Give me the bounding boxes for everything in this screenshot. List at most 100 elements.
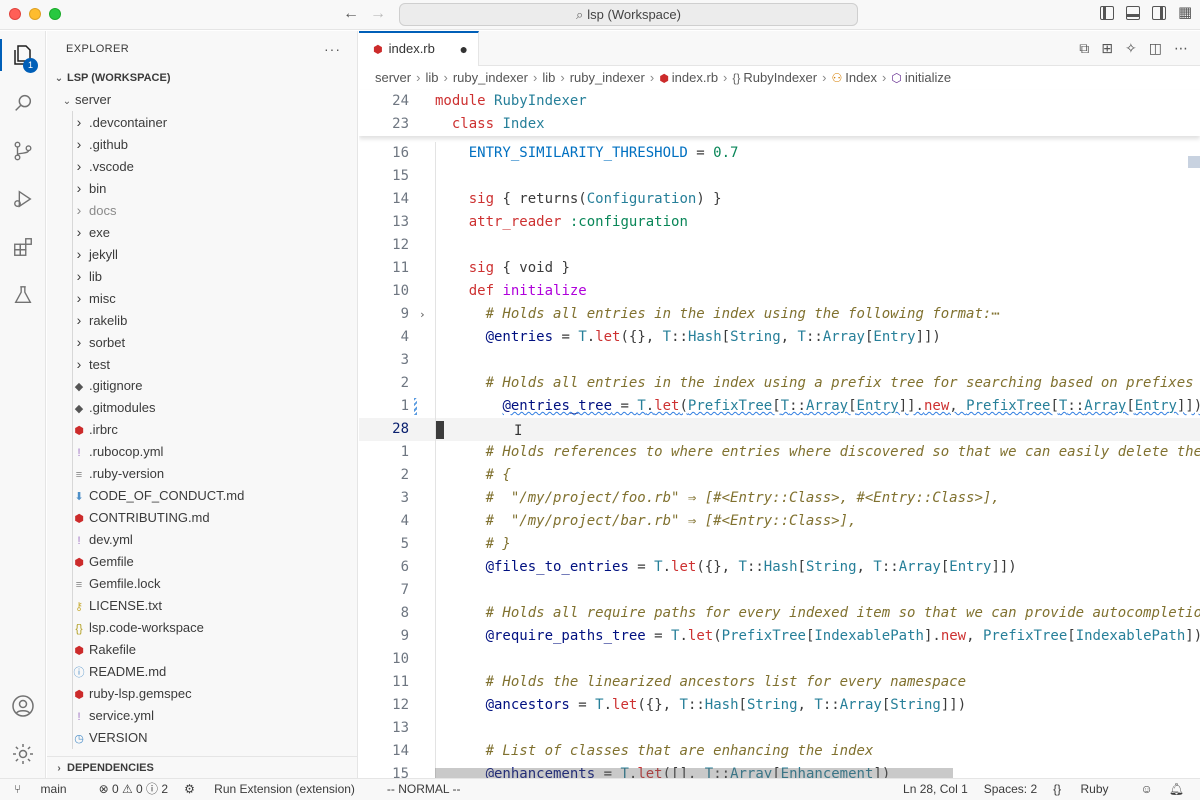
tree-file[interactable]: {} lsp.code-workspace — [47, 617, 357, 639]
git-branch-item[interactable]: ⑂ main — [14, 779, 83, 800]
code-line[interactable]: 8 # Holds all require paths for every in… — [359, 602, 1200, 625]
code-line[interactable]: 3 # "/my/project/foo.rb" ⇒ [#<Entry::Cla… — [359, 487, 1200, 510]
code-line[interactable]: 11 # Holds the linearized ancestors list… — [359, 671, 1200, 694]
tree-file[interactable]: ≡ Gemfile.lock — [47, 573, 357, 595]
code-line[interactable]: 15 — [359, 165, 1200, 188]
customize-layout-icon[interactable] — [1178, 3, 1192, 21]
sticky-scroll[interactable]: 24 module RubyIndexer 23 class Index — [359, 90, 1200, 136]
source-control-icon[interactable] — [0, 131, 46, 171]
breadcrumb-item[interactable]: server — [375, 70, 411, 85]
code-line[interactable]: 14 # List of classes that are enhancing … — [359, 740, 1200, 763]
tree-file[interactable]: ≡ .ruby-version — [47, 463, 357, 485]
tree-file[interactable]: ⬢ Rakefile — [47, 639, 357, 661]
code-editor[interactable]: 24 module RubyIndexer 23 class Index 16 EN… — [359, 90, 1200, 778]
tree-folder[interactable]: › sorbet — [47, 331, 357, 353]
copilot-sparkle-icon[interactable]: ✧ — [1125, 40, 1137, 57]
tree-file[interactable]: ! dev.yml — [47, 529, 357, 551]
code-line[interactable]: 14 sig { returns(Configuration) } — [359, 188, 1200, 211]
notifications-bell-icon[interactable]: 🔔︎ — [1169, 779, 1184, 800]
tree-folder[interactable]: › .github — [47, 133, 357, 155]
code-line[interactable]: 6 @files_to_entries = T.let({}, T::Hash[… — [359, 556, 1200, 579]
tree-folder[interactable]: › jekyll — [47, 243, 357, 265]
run-extension-item[interactable]: ⚙ Run Extension (extension) — [184, 779, 371, 800]
explorer-icon[interactable]: 1 — [0, 35, 46, 75]
tree-file[interactable]: ⬢ Gemfile — [47, 551, 357, 573]
breadcrumb-item[interactable]: ⬡ initialize — [891, 70, 951, 85]
code-line[interactable]: 9 @require_paths_tree = T.let(PrefixTree… — [359, 625, 1200, 648]
tree-file[interactable]: ⬢ .irbrc — [47, 419, 357, 441]
close-window-button[interactable] — [9, 8, 21, 20]
tree-folder[interactable]: › .vscode — [47, 155, 357, 177]
tree-file[interactable]: ⬇ CODE_OF_CONDUCT.md — [47, 485, 357, 507]
tree-file[interactable]: ◆ .gitmodules — [47, 397, 357, 419]
workspace-section-header[interactable]: ⌄ LSP (WORKSPACE) — [47, 67, 357, 89]
tree-folder[interactable]: › misc — [47, 287, 357, 309]
code-line[interactable]: 23 class Index — [359, 113, 1200, 136]
gutter-modified-marker[interactable] — [414, 398, 417, 415]
code-line[interactable]: 1 @entries_tree = T.let(PrefixTree[T::Ar… — [359, 395, 1200, 418]
tree-file[interactable]: ⚷ LICENSE.txt — [47, 595, 357, 617]
code-line[interactable]: 4 # "/my/project/bar.rb" ⇒ [#<Entry::Cla… — [359, 510, 1200, 533]
split-editor-icon[interactable]: ◫ — [1149, 40, 1162, 57]
forward-arrow-icon[interactable]: → — [370, 5, 386, 23]
more-actions-icon[interactable]: ··· — [324, 31, 341, 67]
breadcrumb-item[interactable]: ⚇ Index — [831, 70, 877, 85]
settings-gear-icon[interactable] — [0, 734, 46, 774]
extensions-icon[interactable] — [0, 227, 46, 267]
code-line[interactable]: 3 — [359, 349, 1200, 372]
zoom-window-button[interactable] — [49, 8, 61, 20]
tree-file[interactable]: ◆ .gitignore — [47, 375, 357, 397]
breadcrumb-item[interactable]: lib — [542, 70, 555, 85]
toggle-secondary-sidebar-icon[interactable] — [1152, 6, 1166, 20]
tab-index-rb[interactable]: ⬢ index.rb ● — [359, 31, 479, 66]
account-icon[interactable] — [0, 686, 46, 726]
cursor-position-item[interactable]: Ln 28, Col 1 — [903, 779, 968, 800]
language-mode-item[interactable]: {} Ruby — [1053, 779, 1124, 800]
indentation-item[interactable]: Spaces: 2 — [984, 779, 1037, 800]
code-line[interactable]: 5 # } — [359, 533, 1200, 556]
code-line[interactable]: 13 — [359, 717, 1200, 740]
toggle-panel-icon[interactable] — [1126, 6, 1140, 20]
tree-file[interactable]: ! .rubocop.yml — [47, 441, 357, 463]
open-preview-icon[interactable]: ⊞ — [1101, 40, 1113, 57]
tree-folder[interactable]: › lib — [47, 265, 357, 287]
tree-file[interactable]: ! service.yml — [47, 705, 357, 727]
code-line[interactable]: 13 attr_reader :configuration — [359, 211, 1200, 234]
horizontal-scrollbar[interactable] — [435, 768, 953, 778]
code-line[interactable]: 9 › # Holds all entries in the index usin… — [359, 303, 1200, 326]
breadcrumb-item[interactable]: ⬢ index.rb — [659, 70, 718, 85]
code-line[interactable]: 12 @ancestors = T.let({}, T::Hash[String… — [359, 694, 1200, 717]
run-debug-icon[interactable] — [0, 179, 46, 219]
code-line[interactable]: 12 — [359, 234, 1200, 257]
breadcrumb-item[interactable]: ruby_indexer — [453, 70, 528, 85]
code-line[interactable]: 4 @entries = T.let({}, T::Hash[String, T… — [359, 326, 1200, 349]
tree-file[interactable]: ⓘ README.md — [47, 661, 357, 683]
minimize-window-button[interactable] — [29, 8, 41, 20]
tree-folder[interactable]: › exe — [47, 221, 357, 243]
breadcrumb-item[interactable]: {} RubyIndexer — [732, 70, 817, 85]
breadcrumb-item[interactable]: ruby_indexer — [570, 70, 645, 85]
command-center-search[interactable]: ⌕ lsp (Workspace) — [399, 3, 858, 26]
code-line[interactable]: 10 — [359, 648, 1200, 671]
tree-file[interactable]: ⬢ ruby-lsp.gemspec — [47, 683, 357, 705]
tree-folder[interactable]: › .devcontainer — [47, 111, 357, 133]
search-icon[interactable] — [0, 83, 46, 123]
tree-file[interactable]: ⬢ CONTRIBUTING.md — [47, 507, 357, 529]
tree-file[interactable]: ◷ VERSION — [47, 727, 357, 749]
tree-folder[interactable]: › rakelib — [47, 309, 357, 331]
more-actions-icon[interactable]: ⋯ — [1174, 40, 1188, 57]
toggle-primary-sidebar-icon[interactable] — [1100, 6, 1114, 20]
breadcrumb-item[interactable]: lib — [425, 70, 438, 85]
back-arrow-icon[interactable]: ← — [343, 5, 359, 23]
fold-chevron-icon[interactable]: › — [419, 303, 426, 326]
code-line[interactable]: 11 sig { void } — [359, 257, 1200, 280]
unsaved-dot-icon[interactable]: ● — [460, 33, 468, 65]
code-line[interactable]: 10 def initialize — [359, 280, 1200, 303]
dependencies-section-header[interactable]: › DEPENDENCIES — [47, 756, 357, 778]
tree-folder[interactable]: › bin — [47, 177, 357, 199]
code-line[interactable]: 16 ENTRY_SIMILARITY_THRESHOLD = 0.7 — [359, 142, 1200, 165]
tree-folder[interactable]: › docs — [47, 199, 357, 221]
testing-flask-icon[interactable] — [0, 275, 46, 315]
code-line[interactable]: 7 — [359, 579, 1200, 602]
copilot-icon[interactable]: ☺ — [1141, 779, 1153, 800]
